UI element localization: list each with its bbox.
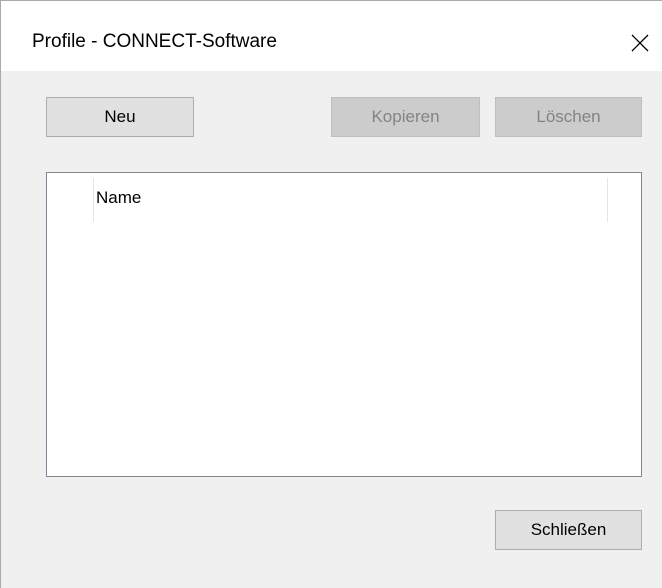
title-bar: Profile - CONNECT-Software [1, 1, 662, 71]
window-close-button[interactable] [618, 23, 662, 63]
column-separator[interactable] [93, 178, 94, 222]
copy-button[interactable]: Kopieren [331, 97, 480, 137]
delete-button[interactable]: Löschen [495, 97, 642, 137]
column-header-name[interactable]: Name [96, 188, 141, 208]
close-icon [631, 34, 649, 52]
close-dialog-button[interactable]: Schließen [495, 510, 642, 550]
list-header: Name [47, 173, 641, 223]
column-separator[interactable] [607, 178, 608, 222]
new-button[interactable]: Neu [46, 97, 194, 137]
window-title: Profile - CONNECT-Software [32, 31, 277, 52]
profile-list[interactable]: Name [46, 172, 642, 477]
profile-dialog: Profile - CONNECT-Software Neu Kopieren … [0, 0, 662, 588]
